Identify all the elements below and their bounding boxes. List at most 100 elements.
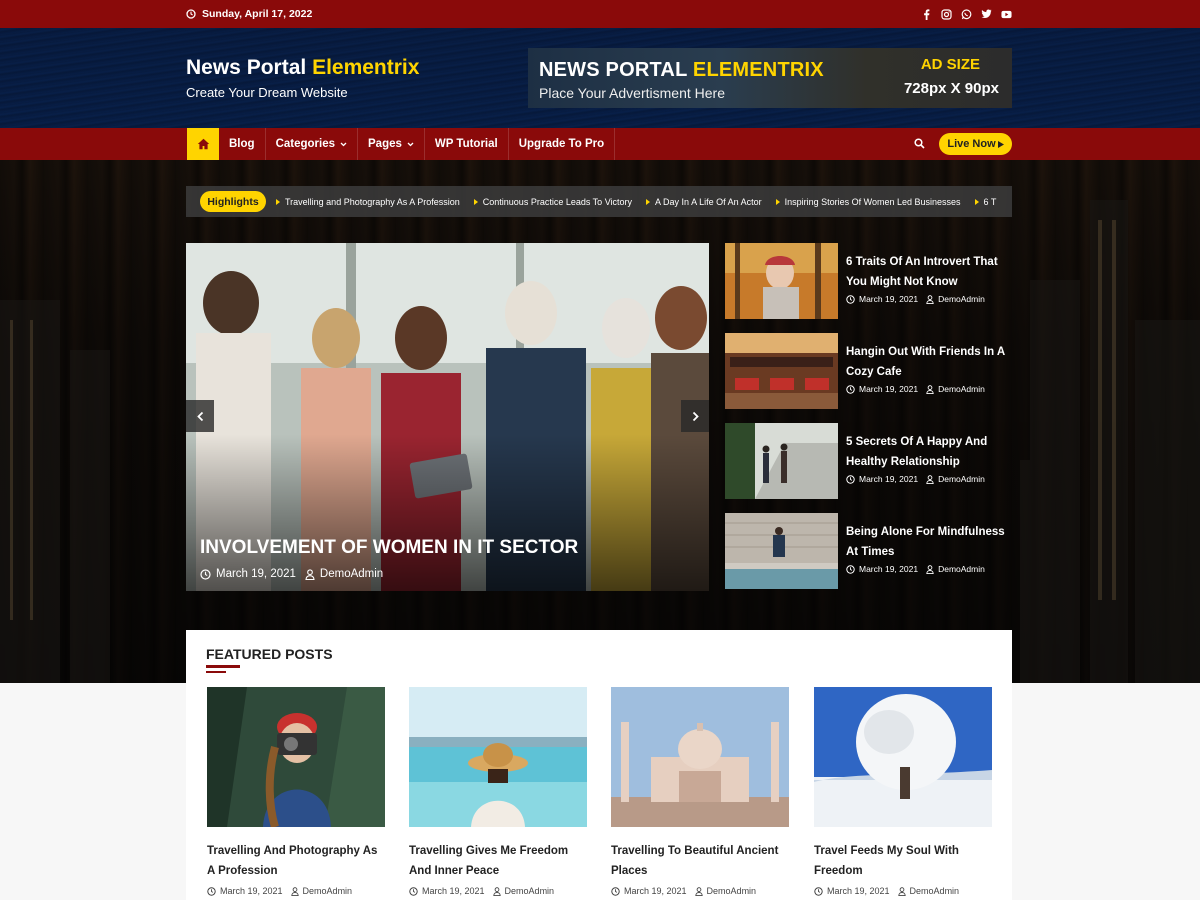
featured-post-author[interactable]: DemoAdmin — [910, 886, 960, 896]
side-post-thumbnail[interactable] — [725, 243, 838, 319]
featured-post-image[interactable] — [814, 687, 992, 827]
side-post-thumbnail[interactable] — [725, 423, 838, 499]
twitter-icon[interactable] — [981, 9, 992, 20]
nav-item-pages[interactable]: Pages — [358, 128, 425, 160]
instagram-icon[interactable] — [941, 8, 952, 20]
nav-item-label: WP Tutorial — [434, 138, 498, 150]
header-advertisement[interactable]: NEWS PORTAL ELEMENTRIX Place Your Advert… — [528, 48, 1012, 108]
clock-icon — [846, 564, 855, 574]
side-post-author[interactable]: DemoAdmin — [938, 474, 985, 484]
clock-icon — [200, 568, 211, 580]
chevron-down-icon — [407, 142, 414, 147]
side-post-meta: March 19, 2021 DemoAdmin — [846, 564, 985, 574]
featured-post-title[interactable]: Travelling And Photography As A Professi… — [207, 841, 385, 881]
ticker-item[interactable]: Travelling and Photography As A Professi… — [276, 197, 460, 207]
youtube-icon[interactable] — [1001, 9, 1012, 20]
nav-item-label: Categories — [275, 138, 335, 150]
featured-post-title[interactable]: Travel Feeds My Soul With Freedom — [814, 841, 992, 881]
site-tagline: Create Your Dream Website — [186, 85, 348, 100]
featured-post-title[interactable]: Travelling Gives Me Freedom And Inner Pe… — [409, 841, 587, 881]
side-post-thumbnail[interactable] — [725, 513, 838, 589]
highlights-ticker: Highlights Travelling and Photography As… — [186, 186, 1012, 217]
site-title[interactable]: News Portal Elementrix — [186, 56, 419, 80]
side-post-title[interactable]: 6 Traits Of An Introvert That You Might … — [846, 252, 1012, 292]
site-header: News Portal Elementrix Create Your Dream… — [0, 28, 1200, 128]
featured-post-date[interactable]: March 19, 2021 — [220, 886, 283, 896]
featured-post-meta: March 19, 2021 DemoAdmin — [207, 886, 385, 896]
home-button[interactable] — [187, 128, 219, 160]
ticker-item[interactable]: 6 T — [974, 196, 997, 207]
clock-icon — [207, 886, 216, 896]
ticker-item-label: 6 T — [983, 196, 997, 207]
featured-post-author[interactable]: DemoAdmin — [505, 886, 555, 896]
nav-item-label: Blog — [229, 138, 255, 150]
current-date: Sunday, April 17, 2022 — [186, 0, 312, 28]
ticker-item[interactable]: Continuous Practice Leads To Victory — [473, 196, 633, 207]
featured-post-image[interactable] — [409, 687, 587, 827]
caret-right-icon — [473, 198, 478, 205]
side-post-title[interactable]: 5 Secrets Of A Happy And Healthy Relatio… — [846, 432, 1012, 472]
user-icon — [926, 564, 934, 574]
heading-underline — [206, 665, 240, 668]
featured-post-date[interactable]: March 19, 2021 — [827, 886, 890, 896]
featured-post-title[interactable]: Travelling To Beautiful Ancient Places — [611, 841, 789, 881]
featured-post-date[interactable]: March 19, 2021 — [624, 886, 687, 896]
side-post: Being Alone For Mindfulness At Times Mar… — [725, 513, 1012, 589]
side-post-date[interactable]: March 19, 2021 — [859, 384, 918, 394]
side-post-date[interactable]: March 19, 2021 — [859, 474, 918, 484]
nav-item-categories[interactable]: Categories — [266, 128, 358, 160]
main-navigation: Blog Categories Pages WP Tutorial Upgrad… — [0, 128, 1200, 160]
live-now-label: Live Now — [947, 138, 996, 150]
featured-post-card: Travelling Gives Me Freedom And Inner Pe… — [409, 687, 587, 896]
search-button[interactable] — [914, 138, 925, 149]
slider-meta: March 19, 2021 DemoAdmin — [200, 568, 383, 580]
user-icon — [897, 886, 906, 896]
nav-item-wp-tutorial[interactable]: WP Tutorial — [425, 128, 509, 160]
side-post-title[interactable]: Hangin Out With Friends In A Cozy Cafe — [846, 342, 1012, 382]
live-now-button[interactable]: Live Now — [939, 133, 1012, 155]
side-post-author[interactable]: DemoAdmin — [938, 294, 985, 304]
featured-post-author[interactable]: DemoAdmin — [303, 886, 353, 896]
nav-item-blog[interactable]: Blog — [219, 128, 266, 160]
featured-post-author[interactable]: DemoAdmin — [707, 886, 757, 896]
side-post-date[interactable]: March 19, 2021 — [859, 294, 918, 304]
slider-author[interactable]: DemoAdmin — [320, 568, 383, 580]
side-post-thumbnail[interactable] — [725, 333, 838, 409]
side-post-author[interactable]: DemoAdmin — [938, 564, 985, 574]
slider-date[interactable]: March 19, 2021 — [216, 568, 296, 580]
ticker-item-label: Inspiring Stories Of Women Led Businesse… — [784, 196, 961, 207]
featured-post-meta: March 19, 2021 DemoAdmin — [814, 886, 992, 896]
ad-size-label: AD SIZE — [920, 56, 980, 73]
date-text: Sunday, April 17, 2022 — [202, 8, 313, 20]
clock-icon — [814, 886, 823, 896]
side-post-date[interactable]: March 19, 2021 — [859, 564, 918, 574]
featured-post-image[interactable] — [207, 687, 385, 827]
slider-title[interactable]: Involvement Of Women In IT Sector — [200, 537, 578, 559]
site-title-accent: Elementrix — [312, 56, 420, 79]
ticker-item[interactable]: A Day In A Life Of An Actor — [646, 197, 762, 207]
site-branding[interactable]: News Portal Elementrix Create Your Dream… — [186, 56, 419, 100]
featured-post-date[interactable]: March 19, 2021 — [422, 886, 485, 896]
facebook-icon[interactable] — [921, 8, 932, 20]
ticker-item-label: Continuous Practice Leads To Victory — [482, 196, 633, 207]
side-post-author[interactable]: DemoAdmin — [938, 384, 985, 394]
featured-posts-section: FEATURED POSTS Travelling And Photograph… — [186, 630, 1012, 900]
ad-title-accent: ELEMENTRIX — [692, 59, 824, 81]
featured-slider[interactable]: Involvement Of Women In IT Sector March … — [186, 243, 709, 591]
home-icon — [197, 138, 210, 150]
chevron-left-icon — [196, 411, 204, 422]
caret-right-icon — [646, 198, 651, 205]
slider-next-button[interactable] — [681, 400, 709, 432]
slider-prev-button[interactable] — [186, 400, 214, 432]
featured-post-image[interactable] — [611, 687, 789, 827]
featured-post-card: Travelling To Beautiful Ancient Places M… — [611, 687, 789, 896]
play-icon — [997, 140, 1004, 148]
side-post-meta: March 19, 2021 DemoAdmin — [846, 384, 985, 394]
nav-item-upgrade-to-pro[interactable]: Upgrade To Pro — [509, 128, 616, 160]
ticker-item[interactable]: Inspiring Stories Of Women Led Businesse… — [775, 196, 961, 207]
user-icon — [926, 384, 934, 394]
chevron-down-icon — [340, 142, 347, 147]
whatsapp-icon[interactable] — [961, 8, 972, 20]
side-post-title[interactable]: Being Alone For Mindfulness At Times — [846, 522, 1012, 562]
nav-item-label: Pages — [368, 138, 402, 150]
